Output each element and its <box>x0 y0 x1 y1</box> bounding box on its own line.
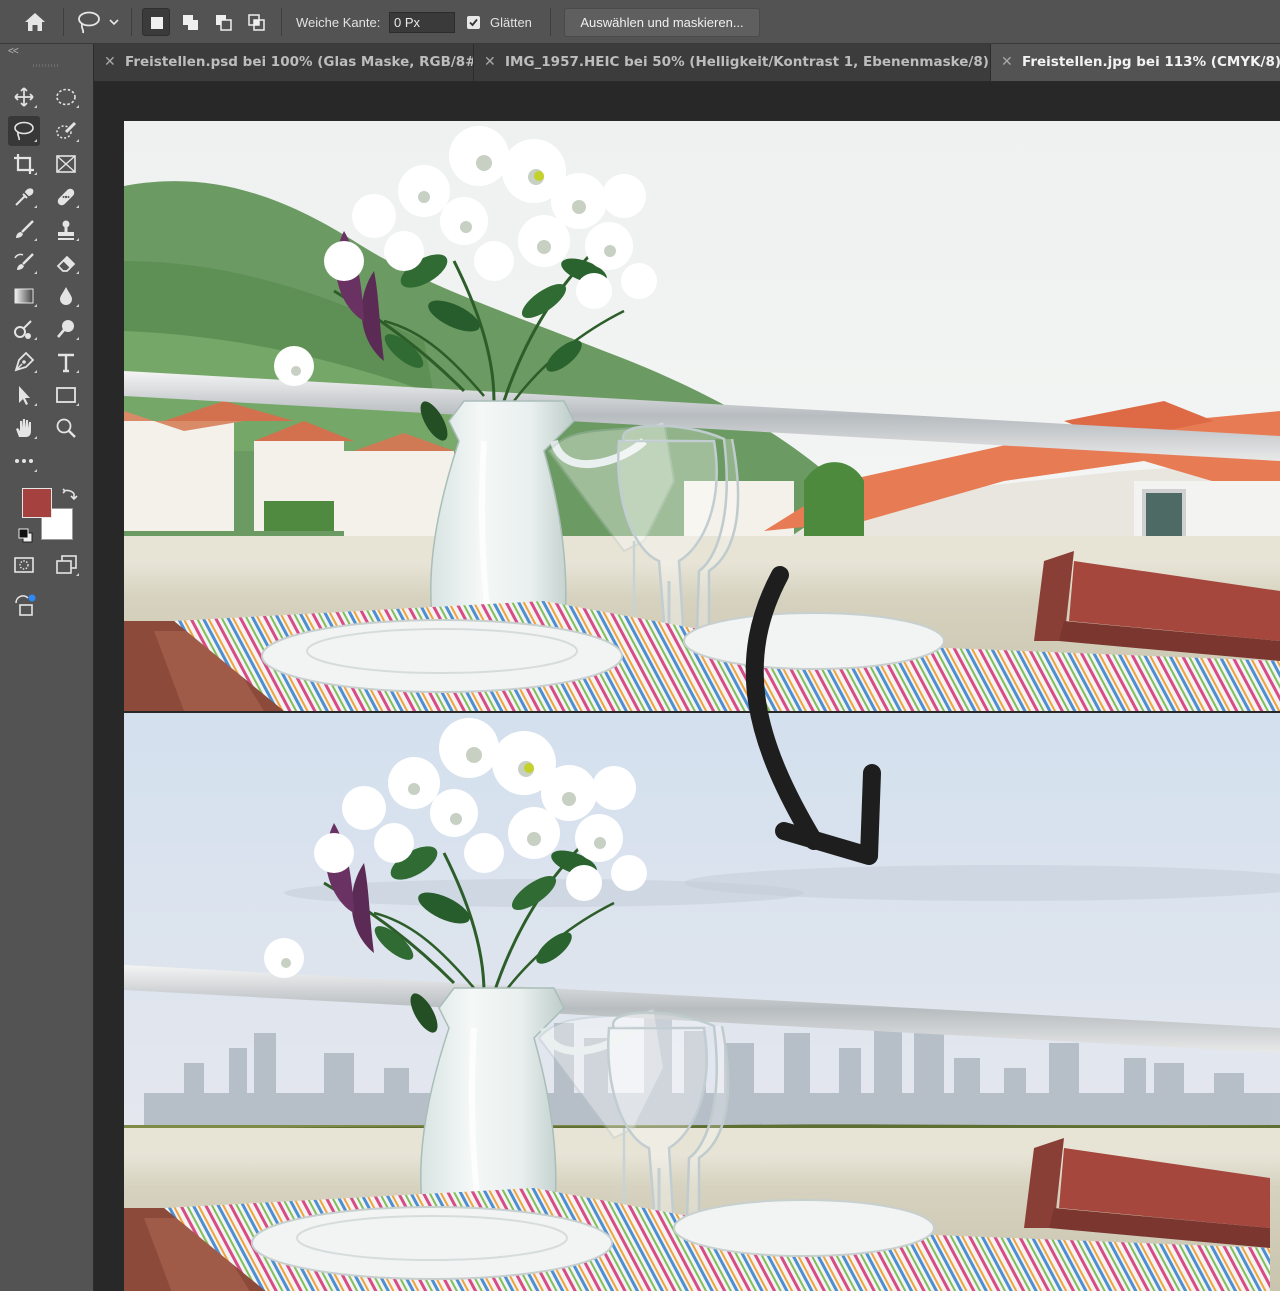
eraser-tool-icon[interactable] <box>50 248 82 278</box>
chevron-down-icon[interactable] <box>108 15 120 27</box>
swap-colors-icon[interactable] <box>62 486 78 502</box>
blur-tool-icon[interactable] <box>50 281 82 311</box>
sponge-tool-icon[interactable] <box>50 314 82 344</box>
quick-selection-tool-icon[interactable] <box>50 116 82 146</box>
feather-input[interactable]: 0 Px <box>389 12 455 33</box>
separator <box>63 8 64 36</box>
bottom-photo-skyline <box>124 713 1280 1291</box>
more-tools-icon[interactable] <box>8 446 40 476</box>
collapse-panel-button[interactable]: << <box>8 46 19 57</box>
path-selection-tool-icon[interactable] <box>8 380 40 410</box>
move-tool-icon[interactable] <box>8 82 40 112</box>
tab-freistellen-jpg[interactable]: ✕ Freistellen.jpg bei 113% (CMYK/8) <box>991 44 1280 81</box>
rectangle-tool-icon[interactable] <box>50 380 82 410</box>
history-brush-tool-icon[interactable] <box>8 248 40 278</box>
separator <box>131 8 132 36</box>
screen-mode-icon[interactable] <box>50 550 82 580</box>
new-selection-button[interactable] <box>142 8 170 36</box>
hand-tool-icon[interactable] <box>8 413 40 443</box>
document-canvas[interactable] <box>124 121 1280 1291</box>
default-colors-icon[interactable] <box>18 528 34 544</box>
tab-label: Freistellen.psd bei 100% (Glas Maske, RG… <box>125 54 474 70</box>
clone-stamp-tool-icon[interactable] <box>50 215 82 245</box>
tab-freistellen-psd[interactable]: ✕ Freistellen.psd bei 100% (Glas Maske, … <box>94 44 474 81</box>
intersect-selection-button[interactable] <box>242 8 270 36</box>
subtract-from-selection-button[interactable] <box>209 8 237 36</box>
close-tab-icon[interactable]: ✕ <box>484 44 496 81</box>
tab-img-1957-heic[interactable]: ✕ IMG_1957.HEIC bei 50% (Helligkeit/Kont… <box>474 44 991 81</box>
lasso-tool-icon[interactable] <box>8 116 40 146</box>
tab-label: IMG_1957.HEIC bei 50% (Helligkeit/Kontra… <box>505 54 991 70</box>
antialias-checkbox[interactable] <box>467 16 480 29</box>
close-tab-icon[interactable]: ✕ <box>104 44 116 81</box>
feather-label: Weiche Kante: <box>296 15 381 30</box>
pen-tool-icon[interactable] <box>8 347 40 377</box>
brush-tool-icon[interactable] <box>8 215 40 245</box>
eyedropper-tool-icon[interactable] <box>8 182 40 212</box>
edit-toolbar-icon[interactable] <box>8 589 40 619</box>
antialias-label: Glätten <box>490 15 532 30</box>
lasso-icon[interactable] <box>76 10 102 34</box>
healing-brush-tool-icon[interactable] <box>50 182 82 212</box>
home-icon[interactable] <box>22 9 48 35</box>
document-tabs: ✕ Freistellen.psd bei 100% (Glas Maske, … <box>94 44 1280 82</box>
zoom-tool-icon[interactable] <box>50 413 82 443</box>
dodge-tool-icon[interactable] <box>8 314 40 344</box>
add-to-selection-button[interactable] <box>176 8 204 36</box>
top-photo-original <box>124 121 1280 712</box>
separator <box>550 8 551 36</box>
close-tab-icon[interactable]: ✕ <box>1001 44 1013 81</box>
crop-tool-icon[interactable] <box>8 149 40 179</box>
tab-label: Freistellen.jpg bei 113% (CMYK/8) <box>1022 54 1280 70</box>
frame-tool-icon[interactable] <box>50 149 82 179</box>
options-bar: Weiche Kante: 0 Px Glätten Auswählen und… <box>0 0 1280 44</box>
ellipse-marquee-tool-icon[interactable] <box>50 82 82 112</box>
select-and-mask-button[interactable]: Auswählen und maskieren... <box>564 8 760 37</box>
tools-panel: << <box>0 44 94 1291</box>
gradient-tool-icon[interactable] <box>8 281 40 311</box>
type-tool-icon[interactable] <box>50 347 82 377</box>
separator <box>281 8 282 36</box>
panel-grip[interactable] <box>33 64 59 67</box>
foreground-color-swatch[interactable] <box>22 488 52 518</box>
quick-mask-icon[interactable] <box>8 550 40 580</box>
